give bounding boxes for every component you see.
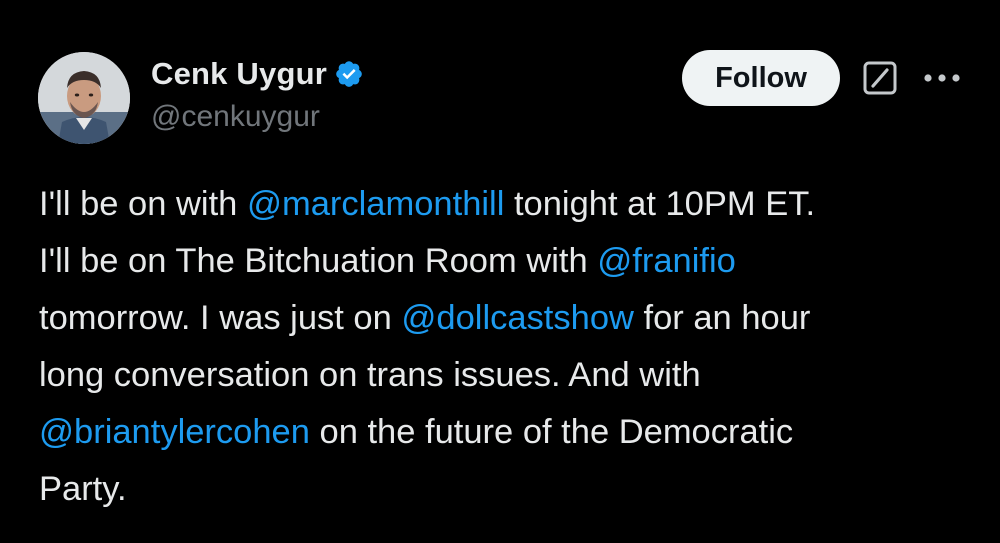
tweet-line: I'll be on with @marclamonthill tonight …: [39, 176, 979, 233]
tweet-line: I'll be on The Bitchuation Room with @fr…: [39, 233, 979, 290]
verified-badge-icon[interactable]: [334, 59, 364, 89]
tweet-text-segment: on the future of the Democratic: [309, 413, 794, 451]
author-name-row: Cenk Uygur: [151, 54, 364, 94]
tweet-text-segment: I'll be on with: [39, 185, 247, 223]
tweet-text-segment: long conversation on trans issues. And w…: [39, 356, 701, 394]
tweet-text-segment: Party.: [39, 470, 127, 508]
tweet-text-segment: tomorrow. I was just on: [39, 299, 402, 337]
mention-link-franifio[interactable]: @franifio: [597, 242, 736, 280]
tweet-text: I'll be on with @marclamonthill tonight …: [39, 176, 979, 518]
tweet-text-segment: I'll be on The Bitchuation Room with: [39, 242, 598, 280]
mention-link-briantylercohen[interactable]: @briantylercohen: [39, 413, 310, 451]
mention-link-dollcastshow[interactable]: @dollcastshow: [401, 299, 634, 337]
author-name[interactable]: Cenk Uygur: [151, 56, 327, 92]
author-handle[interactable]: @cenkuygur: [151, 100, 320, 134]
avatar-image: [38, 52, 130, 144]
tweet-text-segment: tonight at 10PM ET.: [504, 185, 816, 223]
more-options-icon[interactable]: [920, 70, 964, 86]
tweet-line: long conversation on trans issues. And w…: [39, 347, 979, 404]
tweet-line: tomorrow. I was just on @dollcastshow fo…: [39, 290, 979, 347]
grok-icon[interactable]: [862, 60, 898, 96]
tweet-line: @briantylercohen on the future of the De…: [39, 404, 979, 461]
tweet-line: Party.: [39, 461, 979, 518]
mention-link-marclamonthill[interactable]: @marclamonthill: [247, 185, 504, 223]
avatar[interactable]: [38, 52, 130, 144]
tweet-text-segment: for an hour: [633, 299, 811, 337]
follow-button[interactable]: Follow: [682, 50, 840, 106]
